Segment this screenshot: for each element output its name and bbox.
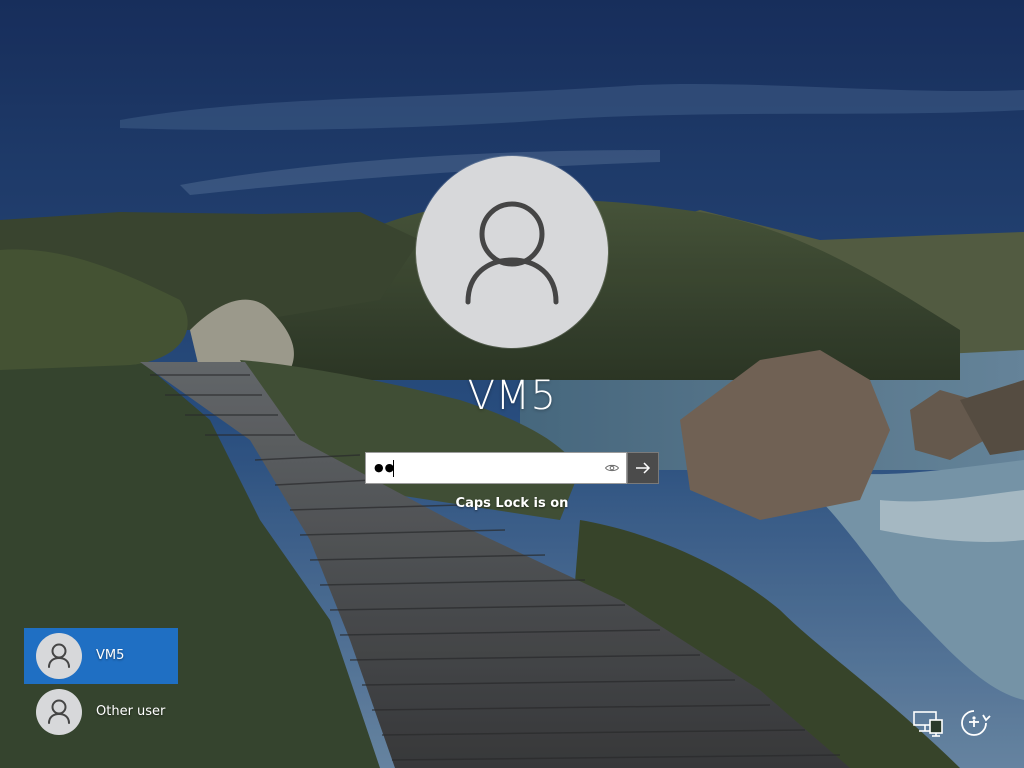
user-avatar bbox=[36, 689, 82, 735]
user-silhouette-icon bbox=[465, 201, 559, 305]
submit-button[interactable] bbox=[627, 452, 659, 484]
user-silhouette-icon bbox=[48, 643, 70, 668]
lock-screen: VM5 ●● Caps Lock is on VM5 Other user bbox=[0, 0, 1024, 768]
arrow-right-icon bbox=[636, 462, 651, 474]
user-tile-other-user[interactable]: Other user bbox=[24, 684, 178, 740]
account-name: VM5 bbox=[467, 373, 557, 419]
ease-of-access-button[interactable] bbox=[956, 705, 992, 741]
network-button[interactable] bbox=[910, 705, 946, 741]
caps-lock-warning: Caps Lock is on bbox=[455, 496, 569, 511]
user-avatar bbox=[36, 633, 82, 679]
password-field[interactable]: ●● bbox=[365, 452, 627, 484]
user-tile-vm5[interactable]: VM5 bbox=[24, 628, 178, 684]
ease-of-access-icon bbox=[961, 710, 991, 736]
user-tile-label: Other user bbox=[96, 704, 166, 719]
user-list: VM5 Other user bbox=[24, 628, 178, 740]
text-caret bbox=[393, 460, 394, 477]
account-avatar bbox=[416, 156, 608, 348]
network-icon bbox=[913, 711, 943, 737]
eye-icon[interactable] bbox=[604, 461, 620, 475]
user-tile-label: VM5 bbox=[96, 648, 125, 663]
user-silhouette-icon bbox=[48, 699, 70, 724]
